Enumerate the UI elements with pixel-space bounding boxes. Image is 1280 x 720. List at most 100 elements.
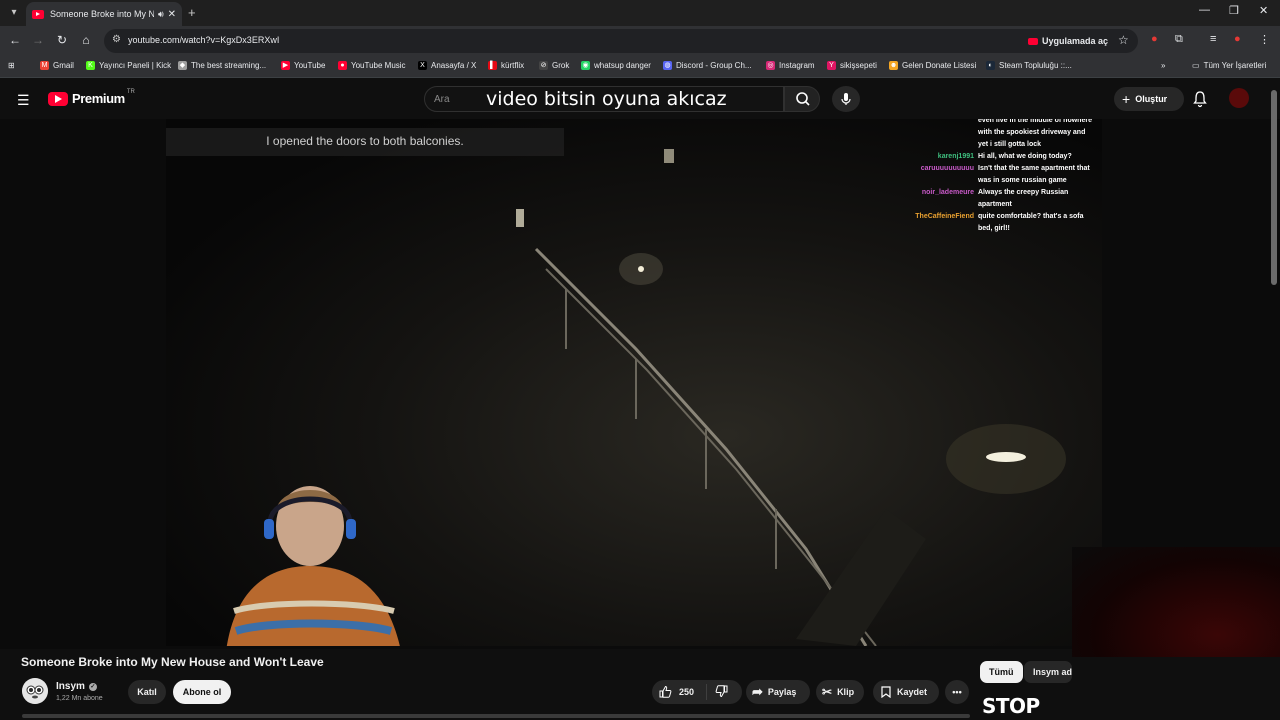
bookmark-item[interactable]: ☻ Gelen Donate Listesi <box>889 61 976 70</box>
like-count: 250 <box>679 687 695 697</box>
bookmark-favicon-icon: ⊘ <box>539 61 548 70</box>
chip-channel[interactable]: Insym adl <box>1024 661 1072 683</box>
thumbs-up-icon <box>659 685 672 698</box>
extensions-puzzle-icon[interactable]: ⧉ <box>1175 33 1183 46</box>
bookmark-item[interactable]: ▌ kürtflix <box>488 61 524 70</box>
clip-button[interactable]: ✂ Klip <box>816 680 864 704</box>
chat-message: karenj1991 Hi all, what we doing today? <box>902 151 1098 163</box>
window-close-icon[interactable]: ✕ <box>1259 4 1268 17</box>
bookmark-item[interactable]: M Gmail <box>40 61 74 70</box>
dislike-button[interactable] <box>707 684 729 700</box>
stream-chat-overlay: even live in the middle of nowhere with t… <box>902 119 1098 235</box>
microphone-icon <box>841 93 851 105</box>
search-input[interactable]: Ara video bitsin oyuna akıcaz <box>424 86 784 112</box>
search-query-overlay: video bitsin oyuna akıcaz <box>486 88 727 110</box>
bookmark-label: kürtflix <box>501 61 525 70</box>
youtube-favicon-icon <box>32 9 44 19</box>
extension-icon[interactable]: ● <box>1151 33 1158 45</box>
youtube-premium-logo[interactable]: Premium TR <box>48 89 135 106</box>
chat-text: even live in the middle of nowhere <box>978 119 1092 124</box>
open-in-app-button[interactable]: Uygulamada aç <box>1028 34 1108 48</box>
browser-toolbar: ← → ↻ ⌂ ⚙︎ youtube.com/watch?v=KgxDx3ERX… <box>0 26 1280 56</box>
description-box-edge <box>22 714 970 718</box>
apps-grid-icon[interactable]: ⊞ <box>8 61 15 70</box>
bookmark-favicon-icon: ☻ <box>889 61 898 70</box>
share-button[interactable]: ➦ Paylaş <box>746 680 810 704</box>
voice-search-button[interactable] <box>832 86 860 112</box>
bookmark-item[interactable]: ◍ Discord - Group Ch... <box>663 61 752 70</box>
browser-menu-icon[interactable]: ⋮ <box>1259 33 1270 46</box>
verified-icon: ✓ <box>88 682 97 691</box>
more-actions-button[interactable]: ••• <box>945 680 969 704</box>
join-button[interactable]: Katıl <box>128 680 166 704</box>
chat-username <box>902 199 978 211</box>
chat-text: apartment <box>978 201 1012 208</box>
account-avatar[interactable] <box>1229 88 1249 108</box>
chip-all[interactable]: Tümü <box>980 661 1023 683</box>
bookmark-item[interactable]: ◆ The best streaming... <box>178 61 266 70</box>
bookmark-favicon-icon: ◐ <box>986 61 995 70</box>
channel-avatar[interactable] <box>22 678 48 704</box>
bookmark-item[interactable]: ◐ Steam Topluluğu ::... <box>986 61 1072 70</box>
page-scrollbar[interactable] <box>1271 90 1277 285</box>
forward-icon[interactable]: → <box>30 33 46 47</box>
clip-label: Klip <box>837 687 855 697</box>
search-button[interactable] <box>784 86 820 112</box>
recommendation-thumbnail-text[interactable]: STOP <box>982 694 1040 718</box>
home-icon[interactable]: ⌂ <box>78 33 94 47</box>
chat-username <box>902 119 978 127</box>
notifications-button[interactable] <box>1192 90 1208 113</box>
bookmark-item[interactable]: Ysikişsepeti <box>827 61 877 70</box>
bookmark-item[interactable]: ▶ YouTube <box>281 61 325 70</box>
channel-name-text: Insym <box>56 681 85 692</box>
bookmark-item[interactable]: ◉ whatsup danger <box>581 61 651 70</box>
chat-message: bed, girl!! <box>902 223 1098 235</box>
open-in-app-label: Uygulamada aç <box>1042 36 1109 46</box>
bookmark-star-icon[interactable]: ☆ <box>1118 33 1129 47</box>
video-title: Someone Broke into My New House and Won'… <box>21 655 324 669</box>
save-button[interactable]: Kaydet <box>873 680 939 704</box>
share-label: Paylaş <box>767 687 797 697</box>
new-tab-button[interactable]: + <box>188 5 196 20</box>
chat-text: Isn't that the same apartment that <box>978 165 1090 172</box>
youtube-header: ☰ Premium TR Ara video bitsin oyuna akıc… <box>0 79 1280 119</box>
bookmarks-bar: ⊞ M Gmail K Yayıncı Paneli | Kick ◆ The best … <box>0 56 1280 78</box>
search-icon <box>796 92 810 106</box>
bookmark-label: The best streaming... <box>191 61 267 70</box>
profile-avatar-icon[interactable]: ● <box>1234 33 1241 45</box>
tab-close-icon[interactable]: ✕ <box>168 9 176 20</box>
like-button[interactable]: 250 <box>652 684 707 700</box>
site-info-icon[interactable]: ⚙︎ <box>112 34 121 45</box>
address-bar[interactable]: ⚙︎ youtube.com/watch?v=KgxDx3ERXwI Uygul… <box>104 29 1138 53</box>
bookmark-favicon-icon: ◆ <box>178 61 187 70</box>
create-button[interactable]: + Oluştur <box>1114 87 1184 111</box>
minimize-icon[interactable]: — <box>1199 4 1210 16</box>
more-bookmarks-icon[interactable]: » <box>1161 61 1165 70</box>
back-icon[interactable]: ← <box>7 33 23 47</box>
scissors-icon: ✂ <box>822 685 833 699</box>
bookmark-favicon-icon: K <box>86 61 95 70</box>
bookmark-item[interactable]: K Yayıncı Paneli | Kick <box>86 61 171 70</box>
bookmark-label: Steam Topluluğu ::... <box>999 61 1072 70</box>
bookmark-favicon-icon: ● <box>338 61 347 70</box>
bookmark-item[interactable]: X Anasayfa / X <box>418 61 476 70</box>
like-dislike-group: 250 <box>652 680 742 704</box>
channel-name[interactable]: Insym ✓ <box>56 681 97 692</box>
bookmark-item[interactable]: ● YouTube Music <box>338 61 406 70</box>
restore-icon[interactable]: ❐ <box>1229 4 1239 17</box>
recommendation-thumbnail-preview <box>1072 547 1280 657</box>
subscribe-button[interactable]: Abone ol <box>173 680 231 704</box>
browser-tab-active[interactable]: Someone Broke into My Ne 🔊︎ ✕ <box>26 2 182 26</box>
chat-message: noir_lademeure Always the creepy Russian <box>902 187 1098 199</box>
bookmark-item[interactable]: ⊘ Grok <box>539 61 569 70</box>
menu-icon[interactable]: ☰ <box>17 92 30 109</box>
tab-search-icon[interactable]: ▾ <box>6 5 22 21</box>
bookmark-item[interactable]: ◎ Instagram <box>766 61 815 70</box>
chat-message: was in some russian game <box>902 175 1098 187</box>
all-bookmarks-folder[interactable]: ▭ Tüm Yer İşaretleri <box>1192 61 1266 70</box>
speaker-icon[interactable]: 🔊︎ <box>158 9 164 20</box>
media-control-icon[interactable]: ≡ <box>1210 33 1216 45</box>
video-player[interactable]: I opened the doors to both balconies. ev… <box>166 119 1102 646</box>
chat-username <box>902 175 978 187</box>
reload-icon[interactable]: ↻ <box>54 33 70 47</box>
